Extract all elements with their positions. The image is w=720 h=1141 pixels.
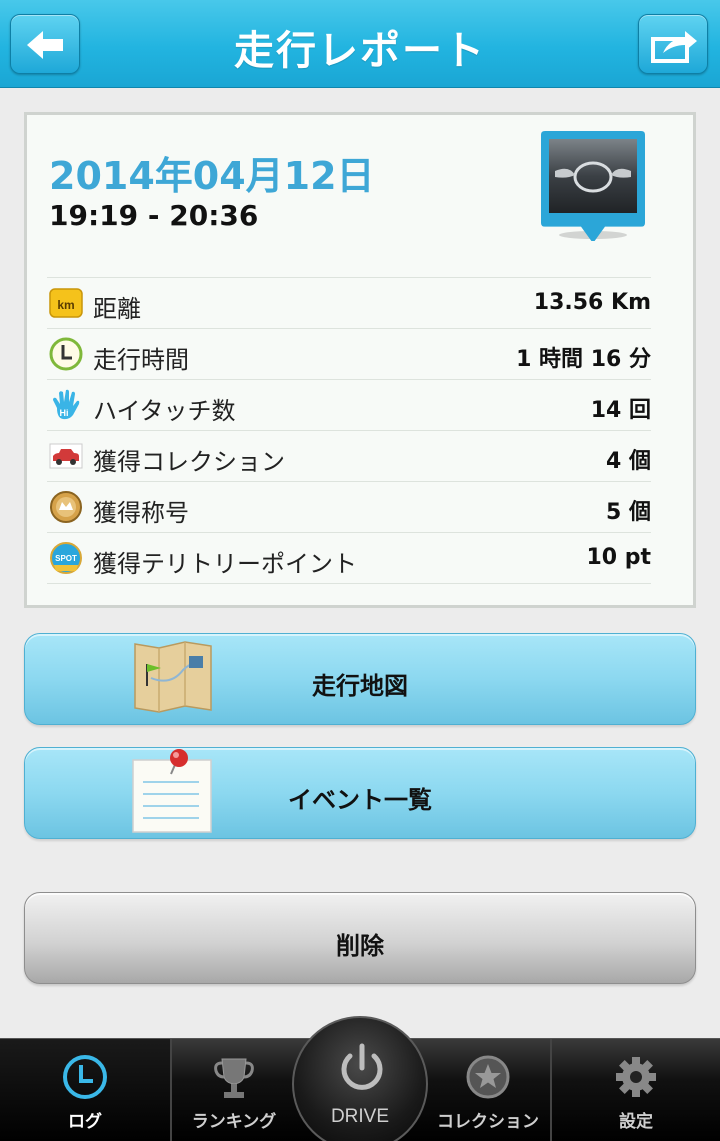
report-date: 2014年04月12日 <box>49 154 375 198</box>
event-list-label: イベント一覧 <box>288 786 432 814</box>
tab-log[interactable]: ログ <box>0 1039 170 1141</box>
drive-label: DRIVE <box>330 1106 390 1127</box>
title-medal-icon <box>50 491 82 523</box>
trophy-icon <box>214 1058 254 1098</box>
tab-collection[interactable]: コレクション <box>426 1039 550 1141</box>
stat-label: 獲得称号 <box>93 499 189 527</box>
stats-list: km 距離 13.56 Km 走行時間 1 時間 16 分 Hi ハイタッチ数 … <box>47 277 651 584</box>
tab-settings-label: 設定 <box>619 1112 653 1132</box>
stat-row-territory: SPOT 獲得テリトリーポイント 10 pt <box>47 533 651 584</box>
gear-icon <box>616 1057 656 1097</box>
drive-button[interactable]: DRIVE <box>292 1016 428 1141</box>
stat-value: 5 個 <box>606 500 651 525</box>
stat-label: ハイタッチ数 <box>93 397 236 425</box>
report-card: 2014年04月12日 19:19 - 20:36 km 距離 13.56 Km <box>24 112 696 608</box>
stat-row-collection: 獲得コレクション 4 個 <box>47 431 651 482</box>
stat-row-hi-touch: Hi ハイタッチ数 14 回 <box>47 380 651 431</box>
tab-log-label: ログ <box>68 1112 102 1132</box>
stat-value: 4 個 <box>606 449 651 474</box>
stat-value: 14 回 <box>590 398 651 423</box>
stat-label: 距離 <box>93 295 141 323</box>
delete-button[interactable]: 削除 <box>24 892 696 984</box>
stat-row-drive-time: 走行時間 1 時間 16 分 <box>47 329 651 380</box>
power-icon <box>341 1043 383 1090</box>
tab-collection-label: コレクション <box>437 1112 539 1132</box>
page-title: 走行レポート <box>234 28 486 74</box>
star-badge-icon <box>466 1055 510 1099</box>
report-time-range: 19:19 - 20:36 <box>49 199 259 232</box>
stat-label: 獲得コレクション <box>93 448 285 476</box>
stat-row-titles: 獲得称号 5 個 <box>47 482 651 533</box>
event-list-button[interactable]: イベント一覧 <box>24 747 696 839</box>
hi-touch-hand-icon: Hi <box>53 389 80 420</box>
svg-text:Hi: Hi <box>60 408 69 418</box>
svg-text:km: km <box>57 298 74 312</box>
stat-label: 走行時間 <box>93 346 189 374</box>
stat-value: 10 pt <box>586 545 651 570</box>
share-icon <box>651 31 697 63</box>
drive-map-label: 走行地図 <box>312 672 408 700</box>
clock-icon <box>63 1055 107 1099</box>
stat-value: 13.56 Km <box>533 290 651 315</box>
stat-label: 獲得テリトリーポイント <box>93 550 357 578</box>
stat-row-distance: km 距離 13.56 Km <box>47 278 651 329</box>
clock-icon <box>49 337 83 371</box>
spot-icon: SPOT <box>50 542 82 574</box>
tab-settings[interactable]: 設定 <box>552 1039 720 1141</box>
delete-label: 削除 <box>336 932 384 960</box>
share-button[interactable] <box>638 14 708 74</box>
stat-value: 1 時間 16 分 <box>516 347 651 372</box>
header-bar: 走行レポート <box>0 0 720 88</box>
tab-ranking[interactable]: ランキング <box>172 1039 296 1141</box>
car-icon <box>49 443 83 469</box>
car-badge-pin-icon[interactable] <box>539 131 647 241</box>
tab-ranking-label: ランキング <box>191 1112 277 1132</box>
km-icon: km <box>49 288 83 318</box>
drive-map-button[interactable]: 走行地図 <box>24 633 696 725</box>
svg-text:SPOT: SPOT <box>55 554 77 563</box>
